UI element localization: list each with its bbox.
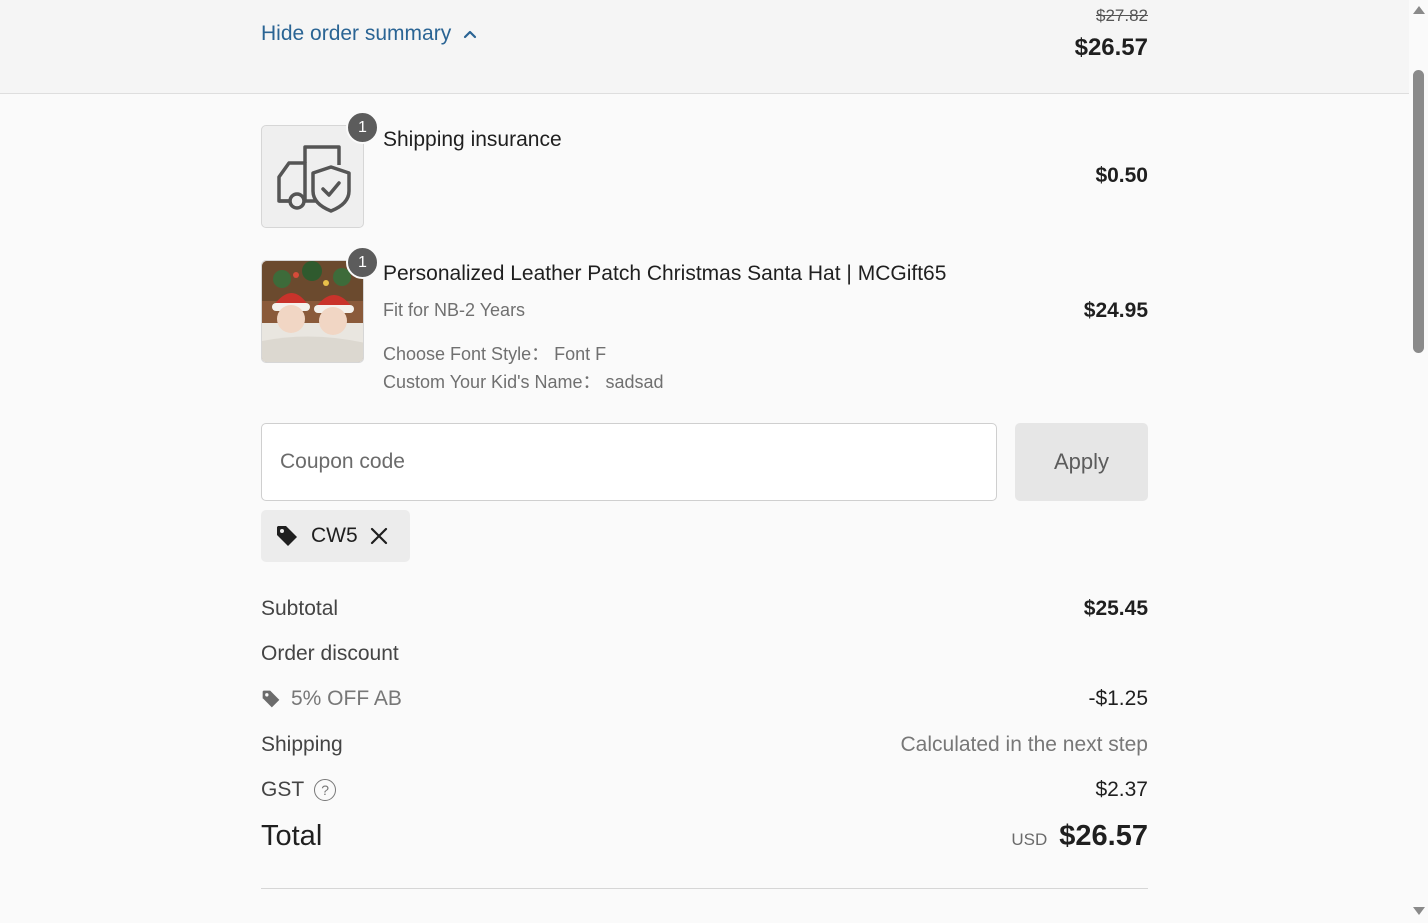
subtotal-row: Subtotal $25.45 [261,594,1148,624]
gst-label: GST [261,778,305,801]
total-value: $26.57 [1059,820,1148,852]
tag-icon [277,526,297,546]
scrollbar-thumb[interactable] [1413,70,1424,353]
toggle-label: Hide order summary [261,22,452,45]
scroll-down-arrow[interactable] [1413,907,1425,915]
shipping-value: Calculated in the next step [900,733,1149,756]
quantity-badge: 1 [346,111,379,144]
original-price: $27.82 [1096,6,1148,25]
santa-hat-photo [262,261,363,362]
order-discount-label: Order discount [261,642,399,665]
line-item-santa-hat: 1 Personalized Leather Patch Christmas S… [261,246,1148,392]
item-title: Shipping insurance [383,128,562,151]
subtotal-label: Subtotal [261,597,339,620]
discount-label: 5% OFF AB [261,687,402,711]
applied-coupon-chip: CW5 [261,510,410,562]
item-variant: Fit for NB-2 Years [383,300,526,320]
item-title: Personalized Leather Patch Christmas San… [383,262,947,285]
shipping-row: Shipping Calculated in the next step [261,730,1148,760]
tag-icon [262,690,280,708]
discount-detail-row: 5% OFF AB -$1.25 [261,684,1148,714]
discount-name: 5% OFF AB [291,687,402,710]
apply-coupon-button[interactable]: Apply [1015,423,1148,501]
shipping-label: Shipping [261,733,343,756]
scroll-up-arrow[interactable] [1413,6,1425,14]
total-label: Total [261,820,323,852]
vertical-scrollbar[interactable] [1409,0,1428,923]
close-icon [370,527,387,545]
truck-shield-icon [276,144,351,213]
currency-code: USD [1011,830,1048,849]
coupon-code-input[interactable] [261,423,997,501]
item-price: $24.95 [1083,299,1148,322]
product-image: 1 [261,246,379,363]
help-icon[interactable]: ? [314,779,337,801]
item-price: $0.50 [1095,164,1148,187]
order-discount-row: Order discount [261,639,1148,669]
quantity-badge: 1 [346,246,379,279]
item-option-font-style: Choose Font Style： Font F [383,344,607,364]
total-row: Total USD $26.57 [261,820,1148,853]
header-total-price: $26.57 [1074,34,1148,61]
hide-order-summary-toggle[interactable]: Hide order summary [261,22,479,46]
item-option-kid-name: Custom Your Kid's Name： sadsad [383,372,664,392]
remove-coupon-button[interactable] [370,527,388,545]
line-item-shipping-insurance: 1 Shipping insurance $0.50 [261,111,1148,228]
gst-value: $2.37 [1095,778,1148,801]
subtotal-value: $25.45 [1083,597,1148,620]
discount-value: -$1.25 [1088,687,1148,710]
gst-label-group: GST ? [261,778,337,802]
applied-coupon-code: CW5 [311,524,358,547]
order-summary-header: Hide order summary $27.82 $26.57 [0,0,1409,94]
gst-row: GST ? $2.37 [261,775,1148,805]
chevron-up-icon [464,30,477,39]
item-thumbnail: 1 [261,111,379,228]
divider [261,888,1148,889]
